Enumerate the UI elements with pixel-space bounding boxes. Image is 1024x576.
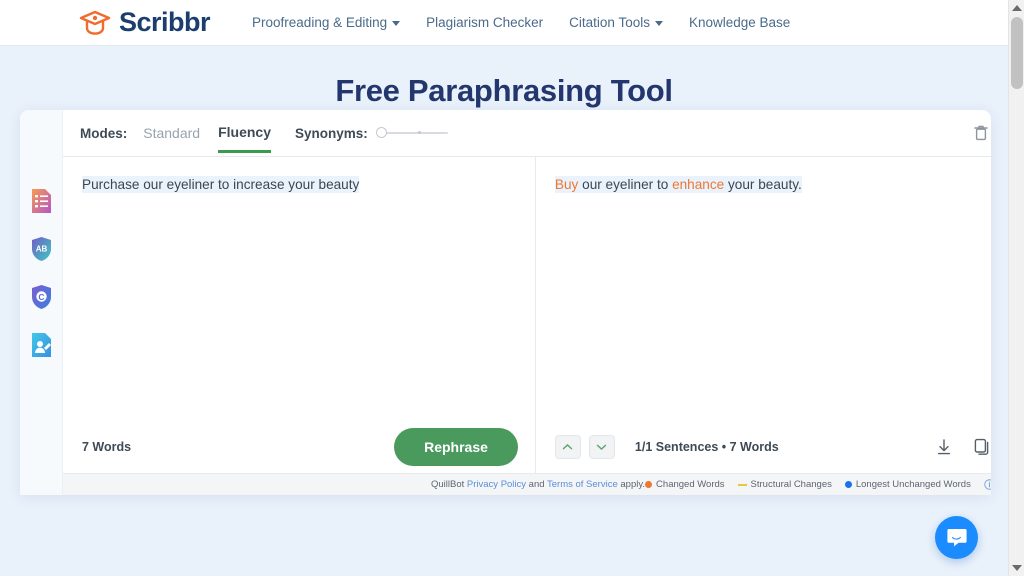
chevron-down-icon xyxy=(392,21,401,26)
page-viewport: Scribbr Proofreading & Editing Plagiaris… xyxy=(0,0,1008,576)
output-pane: Buy our eyeliner to enhance your beauty. xyxy=(536,157,991,473)
output-word-changed: Buy xyxy=(554,177,579,192)
scribbr-logo[interactable]: Scribbr xyxy=(78,7,211,38)
scroll-down-arrow-icon[interactable] xyxy=(1012,565,1022,571)
privacy-policy-link[interactable]: Privacy Policy xyxy=(467,479,526,490)
chevron-down-icon xyxy=(597,444,607,450)
nav-item-proofreading-editing[interactable]: Proofreading & Editing xyxy=(252,15,401,30)
svg-text:C: C xyxy=(38,292,44,302)
input-footer: 7 Words Rephrase xyxy=(63,421,535,473)
legend-label: Longest Unchanged Words xyxy=(855,479,971,490)
card-body: Modes: Standard Fluency Synonyms: Purcha… xyxy=(63,110,991,495)
legend-dash-yellow xyxy=(737,483,747,486)
chat-bubble-icon xyxy=(946,529,967,547)
next-sentence-button[interactable] xyxy=(588,435,615,459)
slider-knob[interactable] xyxy=(375,127,387,138)
legend: Changed Words Structural Changes Longest… xyxy=(645,479,991,490)
proofreading-icon[interactable] xyxy=(30,188,53,214)
copy-icon[interactable] xyxy=(973,437,991,457)
scrollbar-thumb[interactable] xyxy=(1011,17,1023,89)
footer-prefix: QuillBot xyxy=(431,479,467,490)
legend-item-longest-unchanged-words: Longest Unchanged Words xyxy=(844,479,971,490)
output-text[interactable]: Buy our eyeliner to enhance your beauty. xyxy=(536,157,991,421)
citation-generator-icon[interactable] xyxy=(30,332,53,358)
output-word-changed: enhance xyxy=(672,177,725,192)
previous-sentence-button[interactable] xyxy=(554,435,581,459)
download-icon[interactable] xyxy=(935,437,953,457)
card-footer: QuillBot Privacy Policy and Terms of Ser… xyxy=(63,473,991,495)
nav-item-label: Citation Tools xyxy=(569,15,650,30)
footer-middle: and xyxy=(526,479,547,490)
legend-dot-blue xyxy=(844,481,852,488)
editor-panes: Purchase our eyeliner to increase your b… xyxy=(63,157,991,473)
nav-item-knowledge-base[interactable]: Knowledge Base xyxy=(689,15,790,30)
trash-icon[interactable] xyxy=(971,123,991,143)
input-textarea[interactable]: Purchase our eyeliner to increase your b… xyxy=(63,157,535,421)
synonyms-slider[interactable] xyxy=(375,126,448,140)
nav-item-citation-tools[interactable]: Citation Tools xyxy=(569,15,663,30)
synonyms-label: Synonyms: xyxy=(294,125,368,141)
nav-item-label: Plagiarism Checker xyxy=(426,15,544,30)
svg-text:AB: AB xyxy=(35,245,47,254)
terms-of-service-link[interactable]: Terms of Service xyxy=(547,479,618,490)
nav-item-plagiarism-checker[interactable]: Plagiarism Checker xyxy=(426,15,543,30)
footer-legal-text: QuillBot Privacy Policy and Terms of Ser… xyxy=(431,479,645,490)
nav-items: Proofreading & Editing Plagiarism Checke… xyxy=(252,15,790,30)
output-sentence: Buy our eyeliner to enhance your beauty. xyxy=(554,176,802,193)
input-word-count: 7 Words xyxy=(82,440,132,454)
footer-suffix: apply. xyxy=(617,479,646,490)
page-title: Free Paraphrasing Tool xyxy=(335,73,673,108)
chevron-up-icon xyxy=(563,444,573,450)
chat-launcher-button[interactable] xyxy=(935,516,978,559)
legend-item-changed-words: Changed Words xyxy=(645,479,725,490)
graduation-cap-icon xyxy=(79,10,111,35)
legend-label: Changed Words xyxy=(656,479,725,490)
output-stats: 1/1 Sentences • 7 Words xyxy=(634,440,779,454)
top-navigation-bar: Scribbr Proofreading & Editing Plagiaris… xyxy=(0,0,1008,46)
tool-rail: AB C xyxy=(20,110,63,495)
editor-toolbar: Modes: Standard Fluency Synonyms: xyxy=(63,110,991,157)
legend-label: Structural Changes xyxy=(750,479,832,490)
nav-item-label: Proofreading & Editing xyxy=(252,15,388,30)
output-word-plain: our eyeliner to xyxy=(578,177,673,192)
scroll-up-arrow-icon[interactable] xyxy=(1012,5,1022,11)
browser-scrollbar[interactable] xyxy=(1008,0,1024,576)
output-footer: 1/1 Sentences • 7 Words xyxy=(536,421,991,473)
input-pane: Purchase our eyeliner to increase your b… xyxy=(63,157,536,473)
output-actions xyxy=(935,437,991,457)
rephrase-button[interactable]: Rephrase xyxy=(394,428,518,466)
mode-fluency[interactable]: Fluency xyxy=(218,124,271,153)
slider-tick xyxy=(417,131,421,134)
input-text: Purchase our eyeliner to increase your b… xyxy=(82,176,360,193)
legend-item-structural-changes: Structural Changes xyxy=(737,479,832,490)
slider-track xyxy=(380,132,448,134)
output-word-plain: your beauty. xyxy=(724,177,802,192)
legend-dot-orange xyxy=(645,481,653,488)
chevron-down-icon xyxy=(654,21,663,26)
info-icon[interactable] xyxy=(984,479,991,490)
brand-name: Scribbr xyxy=(119,7,211,37)
paraphraser-card: AB C Modes: Standard Fluency Synonyms: P… xyxy=(20,110,991,495)
nav-item-label: Knowledge Base xyxy=(688,15,791,30)
modes-label: Modes: xyxy=(80,125,128,141)
mode-standard[interactable]: Standard xyxy=(143,125,200,151)
plagiarism-checker-icon[interactable]: C xyxy=(30,284,53,310)
grammar-checker-icon[interactable]: AB xyxy=(30,236,53,262)
